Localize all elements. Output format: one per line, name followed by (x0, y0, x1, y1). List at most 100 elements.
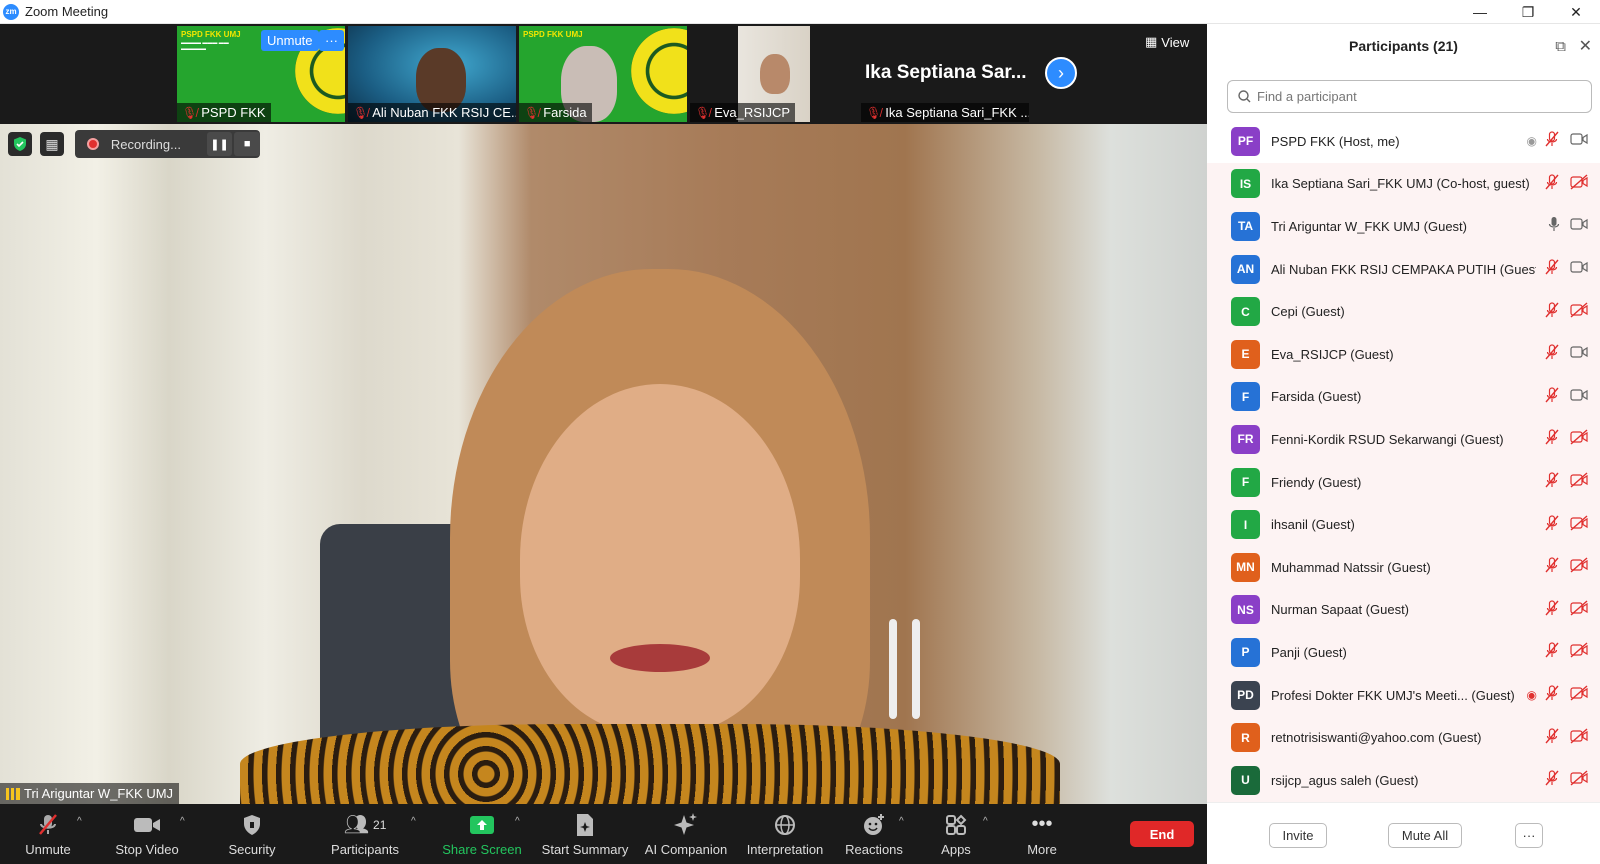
ai-companion-button[interactable]: AI Companion (638, 804, 734, 864)
apps-options-caret[interactable]: ^ (983, 816, 988, 827)
panel-more-button[interactable]: ··· (1515, 823, 1543, 848)
reactions-button[interactable]: Reactions (842, 804, 906, 864)
video-options-caret[interactable]: ^ (180, 816, 185, 827)
participant-name: Ali Nuban FKK RSIJ CEMPAKA PUTIH (Guest) (1271, 261, 1536, 277)
mic-muted-icon[interactable] (1544, 600, 1560, 620)
video-off-icon[interactable] (1570, 642, 1588, 662)
thumbnail-ali-nuban[interactable]: 🎙︎̸ Ali Nuban FKK RSIJ CE... (348, 26, 516, 122)
security-button[interactable]: Security (222, 804, 282, 864)
mic-muted-icon[interactable] (1544, 770, 1560, 790)
thumbnail-name: 🎙︎̸ Farsida (519, 103, 592, 122)
slide-text-decoration: ▬▬▬▬ ▬▬▬ ▬▬ ▬▬▬▬▬ (181, 40, 229, 52)
audio-options-caret[interactable]: ^ (77, 816, 82, 827)
close-panel-icon[interactable]: ✕ (1579, 36, 1592, 56)
mic-muted-icon[interactable] (1544, 387, 1560, 407)
participant-row[interactable]: C Cepi (Guest) (1207, 290, 1600, 333)
participant-row[interactable]: P Panji (Guest) (1207, 631, 1600, 674)
video-off-icon[interactable] (1570, 770, 1588, 790)
mic-muted-icon[interactable] (1544, 302, 1560, 322)
encryption-shield-button[interactable] (8, 132, 32, 156)
interpretation-button[interactable]: Interpretation (740, 804, 830, 864)
participant-row[interactable]: F Farsida (Guest) (1207, 376, 1600, 419)
speaker-mouth (610, 644, 710, 672)
video-camera-icon[interactable] (1570, 388, 1588, 406)
popout-icon[interactable]: ⧉ (1555, 38, 1566, 55)
participant-row[interactable]: AN Ali Nuban FKK RSIJ CEMPAKA PUTIH (Gues… (1207, 248, 1600, 291)
mic-icon[interactable] (1548, 216, 1560, 236)
participants-options-caret[interactable]: ^ (411, 816, 416, 827)
participant-row[interactable]: PF PSPD FKK (Host, me) ◉ (1207, 120, 1600, 163)
invite-button[interactable]: Invite (1269, 823, 1327, 848)
mic-muted-icon[interactable] (1544, 642, 1560, 662)
unmute-button[interactable]: Unmute (22, 804, 74, 864)
participant-row[interactable]: Ursijcp_agus saleh (Guest) (1207, 759, 1600, 802)
mic-muted-icon[interactable] (1544, 131, 1560, 151)
pause-recording-button[interactable]: ❚❚ (206, 132, 233, 156)
search-input[interactable] (1257, 89, 1577, 104)
video-off-icon[interactable] (1570, 515, 1588, 535)
reactions-options-caret[interactable]: ^ (899, 816, 904, 827)
thumbnail-more-button[interactable]: ··· (319, 30, 344, 51)
thumbnail-farsida[interactable]: PSPD FKK UMJ 🎙︎̸ Farsida (519, 26, 687, 122)
mic-muted-icon[interactable] (1544, 685, 1560, 705)
next-page-button[interactable]: › (1045, 57, 1077, 89)
mic-muted-icon[interactable] (1544, 174, 1560, 194)
participant-row[interactable]: PD Profesi Dokter FKK UMJ's Meeti... (Gue… (1207, 674, 1600, 717)
video-off-icon[interactable] (1570, 429, 1588, 449)
video-off-icon[interactable] (1570, 472, 1588, 492)
participant-row[interactable]: Rretnotrisiswanti@yahoo.com (Guest) (1207, 716, 1600, 759)
stop-recording-button[interactable]: ■ (234, 132, 261, 156)
thumbnail-eva[interactable]: 🎙︎̸ Eva_RSIJCP (690, 26, 858, 122)
video-off-icon[interactable] (1570, 174, 1588, 194)
view-button[interactable]: ▦ View (1145, 34, 1189, 50)
participant-avatar: F (1231, 467, 1260, 497)
participants-button[interactable]: 👥︎ 21 Participants (325, 804, 405, 864)
share-options-caret[interactable]: ^ (515, 816, 520, 827)
mic-muted-icon[interactable] (1544, 344, 1560, 364)
mic-muted-icon[interactable] (1544, 728, 1560, 748)
participant-row[interactable]: NS Nurman Sapaat (Guest) (1207, 589, 1600, 632)
video-camera-icon[interactable] (1570, 132, 1588, 150)
close-window-icon[interactable]: ✕ (1552, 0, 1600, 24)
end-meeting-button[interactable]: End (1130, 821, 1194, 847)
apps-button[interactable]: Apps (936, 804, 976, 864)
participant-row[interactable]: E Eva_RSIJCP (Guest) (1207, 333, 1600, 376)
participant-row[interactable]: F Friendy (Guest) (1207, 461, 1600, 504)
participant-row[interactable]: Iihsanil (Guest) (1207, 503, 1600, 546)
participant-name: PSPD FKK (Host, me) (1271, 133, 1400, 149)
mic-muted-icon[interactable] (1544, 557, 1560, 577)
participant-row[interactable]: IS Ika Septiana Sari_FKK UMJ (Co-host, gu… (1207, 163, 1600, 206)
start-summary-button[interactable]: Start Summary (540, 804, 630, 864)
stop-video-button[interactable]: Stop Video (112, 804, 182, 864)
participant-name: Friendy (Guest) (1271, 474, 1362, 490)
mic-muted-icon[interactable] (1544, 429, 1560, 449)
video-off-icon[interactable] (1570, 557, 1588, 577)
minimize-icon[interactable]: — (1456, 0, 1504, 24)
participant-row[interactable]: FR Fenni-Kordik RSUD Sekarwangi (Guest) (1207, 418, 1600, 461)
mic-muted-icon[interactable] (1544, 515, 1560, 535)
thumbnail-pspd-fkk[interactable]: PSPD FKK UMJ ▬▬▬▬ ▬▬▬ ▬▬ ▬▬▬▬▬ Unmute ··… (177, 26, 345, 122)
participant-name: Farsida (Guest) (1271, 389, 1362, 405)
video-off-icon[interactable] (1570, 685, 1588, 705)
participant-row[interactable]: MN Muhammad Natssir (Guest) (1207, 546, 1600, 589)
participants-list: PF PSPD FKK (Host, me) ◉ IS Ika Septiana Sar… (1207, 120, 1600, 802)
share-screen-icon (469, 812, 495, 838)
video-off-icon[interactable] (1570, 600, 1588, 620)
video-off-icon[interactable] (1570, 302, 1588, 322)
more-button[interactable]: ••• More (1020, 804, 1064, 864)
shield-check-icon (14, 137, 26, 151)
share-screen-button[interactable]: Share Screen (442, 804, 522, 864)
gallery-layout-button[interactable]: ▦ (40, 132, 64, 156)
mic-muted-icon[interactable] (1544, 472, 1560, 492)
video-camera-icon[interactable] (1570, 345, 1588, 363)
thumbnail-unmute-button[interactable]: Unmute (261, 30, 319, 51)
video-camera-icon[interactable] (1570, 260, 1588, 278)
video-camera-icon[interactable] (1570, 217, 1588, 235)
mic-muted-icon[interactable] (1544, 259, 1560, 279)
mute-all-button[interactable]: Mute All (1388, 823, 1462, 848)
restore-icon[interactable]: ❐ (1504, 0, 1552, 24)
title-bar: zm Zoom Meeting — ❐ ✕ (0, 0, 1600, 24)
participant-row[interactable]: TA Tri Ariguntar W_FKK UMJ (Guest) (1207, 205, 1600, 248)
mic-muted-icon: 🎙︎̸ (695, 105, 711, 120)
video-off-icon[interactable] (1570, 728, 1588, 748)
